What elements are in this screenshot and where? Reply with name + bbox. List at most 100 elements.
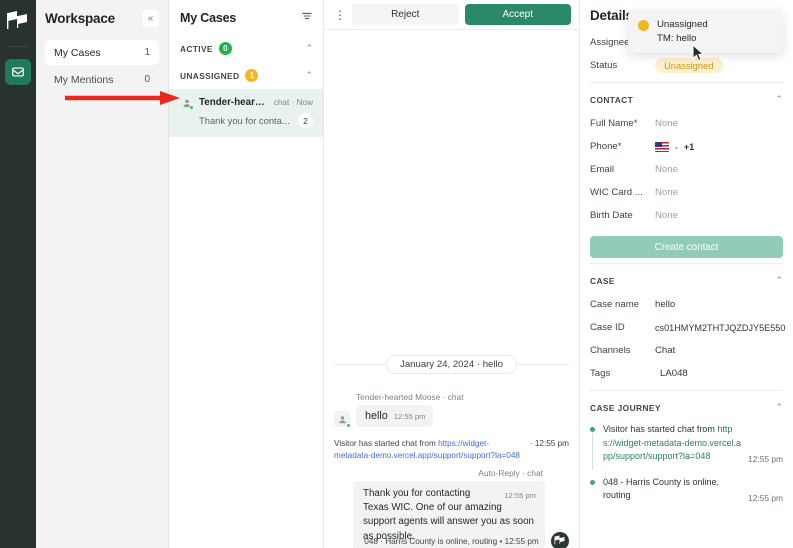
sidebar-item-count: 0: [144, 74, 150, 85]
group-count-badge: 1: [245, 69, 259, 82]
unassigned-status-dot-icon: [638, 20, 649, 31]
inbox-envelope-icon-button[interactable]: [5, 59, 31, 85]
detail-row-case-id[interactable]: Case ID cs01HMYM2THTJQZDJY5E550: [590, 316, 786, 339]
phone-country-select[interactable]: ⌄ +1: [655, 141, 694, 152]
tooltip-line-2: TM: hello: [657, 33, 697, 44]
date-separator: January 24, 2024 · hello: [324, 355, 579, 374]
detail-row-wic-card[interactable]: WIC Card ... None: [590, 181, 783, 204]
journey-dot-icon: [590, 427, 595, 432]
online-status-dot: [346, 423, 351, 428]
detail-row-email[interactable]: Email None: [590, 158, 783, 181]
mouse-cursor-icon: [692, 43, 705, 67]
detail-row-phone[interactable]: Phone* ⌄ +1: [590, 135, 783, 158]
sidebar-item-my-mentions[interactable]: My Mentions 0: [45, 67, 159, 92]
workspace-header: Workspace «: [45, 10, 159, 27]
journey-connector-line: [592, 433, 593, 470]
message-author: Auto-Reply · chat: [478, 468, 543, 478]
more-vertical-icon[interactable]: ⋮: [334, 9, 346, 21]
incoming-message: Tender-hearted Moose · chat hello 12:55 …: [334, 392, 569, 428]
detail-key: Tags: [590, 368, 611, 379]
detail-row-tags[interactable]: Tags LA048: [590, 362, 783, 385]
case-item-bottom-row: Thank you for conta... 2: [180, 113, 313, 128]
detail-row-channels[interactable]: Channels Chat: [590, 339, 783, 362]
accept-button[interactable]: Accept: [464, 4, 571, 25]
detail-key: Status: [590, 60, 618, 71]
group-header-unassigned[interactable]: UNASSIGNED 1 ⌃: [169, 62, 323, 89]
section-header-contact[interactable]: CONTACT ⌃: [590, 82, 783, 112]
case-list-item[interactable]: Tender-hearte... chat · Now Thank you fo…: [169, 89, 323, 137]
message-time: 12:55 pm: [393, 412, 426, 421]
message-time: 12:55 pm: [504, 491, 536, 500]
chevron-up-icon[interactable]: ⌃: [305, 70, 313, 81]
cases-header: My Cases: [169, 0, 323, 35]
app-root: Workspace « My Cases 1 My Mentions 0 My …: [0, 0, 793, 548]
section-title: CONTACT: [590, 94, 634, 105]
journey-text: 048 - Harris County is online, routing: [603, 476, 720, 501]
assignee-tooltip: Unassigned TM: hello: [628, 10, 783, 53]
detail-value: cs01HMYM2THTJQZDJY5E550: [655, 322, 786, 333]
message-author: Tender-hearted Moose · chat: [356, 392, 464, 402]
detail-key: Case name: [590, 299, 640, 310]
chevron-double-left-icon[interactable]: «: [142, 10, 159, 27]
journey-time: 12:55 pm: [748, 453, 783, 464]
detail-row-status[interactable]: Status Unassigned: [590, 54, 783, 77]
journey-time: 12:55 pm: [748, 492, 783, 503]
group-header-active[interactable]: ACTIVE 0 ⌃: [169, 35, 323, 62]
case-item-unread-count: 2: [298, 113, 313, 128]
reject-button[interactable]: Reject: [352, 4, 459, 25]
detail-key: Email: [590, 164, 614, 175]
detail-value: None: [655, 118, 678, 129]
section-title: CASE: [590, 275, 615, 286]
chevron-down-icon[interactable]: ⌄: [673, 142, 680, 151]
conversation-toolbar: ⋮ Reject Accept: [324, 0, 579, 30]
system-event-chat-started: Visitor has started chat from https://wi…: [334, 438, 569, 462]
divider-line-right: [516, 364, 569, 365]
detail-key: Birth Date: [590, 210, 633, 221]
detail-value: None: [655, 210, 678, 221]
sidebar-item-my-cases[interactable]: My Cases 1: [45, 40, 159, 65]
create-contact-button[interactable]: Create contact: [590, 236, 783, 258]
case-item-meta: chat · Now: [273, 98, 313, 107]
case-journey-list: Visitor has started chat from https://wi…: [590, 420, 783, 512]
group-count-badge: 0: [218, 42, 232, 55]
section-title: CASE JOURNEY: [590, 402, 661, 413]
journey-text: Visitor has started chat from https://wi…: [603, 423, 741, 464]
detail-row-full-name[interactable]: Full Name* None: [590, 112, 783, 135]
message-bubble[interactable]: hello 12:55 pm: [356, 405, 434, 427]
us-flag-icon: [655, 141, 669, 152]
cases-title: My Cases: [180, 11, 237, 25]
detail-key: Case ID: [590, 322, 625, 333]
tag-chip: LA048: [660, 368, 688, 379]
workspace-panel: Workspace « My Cases 1 My Mentions 0: [36, 0, 169, 548]
detail-key: Full Name*: [590, 118, 638, 129]
journey-dot-icon: [590, 479, 595, 485]
detail-row-case-name[interactable]: Case name hello: [590, 293, 783, 316]
sidebar-item-label: My Mentions: [54, 73, 114, 86]
sidebar-item-count: 1: [144, 47, 150, 58]
incoming-message-row: hello 12:55 pm: [334, 405, 569, 428]
section-header-case[interactable]: CASE ⌃: [590, 263, 783, 293]
chevron-up-icon[interactable]: ⌃: [775, 402, 783, 413]
divider-line-left: [334, 364, 387, 365]
detail-value: +1: [683, 141, 695, 152]
chevron-up-icon[interactable]: ⌃: [305, 43, 313, 54]
message-text: hello: [365, 410, 388, 422]
filter-icon[interactable]: [301, 9, 313, 27]
journey-marker: [590, 476, 596, 503]
person-avatar-icon: [334, 411, 351, 428]
cases-list-panel: My Cases ACTIVE 0 ⌃ UNASSIGNED 1 ⌃ Tende…: [169, 0, 324, 548]
rail-divider: [8, 46, 28, 47]
message-thread: January 24, 2024 · hello Tender-hearted …: [324, 30, 579, 548]
section-header-case-journey[interactable]: CASE JOURNEY ⌃: [590, 390, 783, 420]
date-separator-label: January 24, 2024 · hello: [386, 355, 517, 374]
left-nav-rail: [0, 0, 36, 548]
workspace-title: Workspace: [45, 11, 115, 26]
chevron-up-icon[interactable]: ⌃: [775, 275, 783, 286]
system-event-prefix: Visitor has started chat from: [334, 439, 439, 448]
chevron-up-icon[interactable]: ⌃: [775, 94, 783, 105]
detail-value: Chat: [655, 345, 676, 356]
system-event-time: · 12:55 pm: [529, 439, 569, 448]
detail-row-birth-date[interactable]: Birth Date None: [590, 204, 783, 227]
online-status-dot: [189, 105, 194, 110]
detail-key: Phone*: [590, 141, 622, 152]
